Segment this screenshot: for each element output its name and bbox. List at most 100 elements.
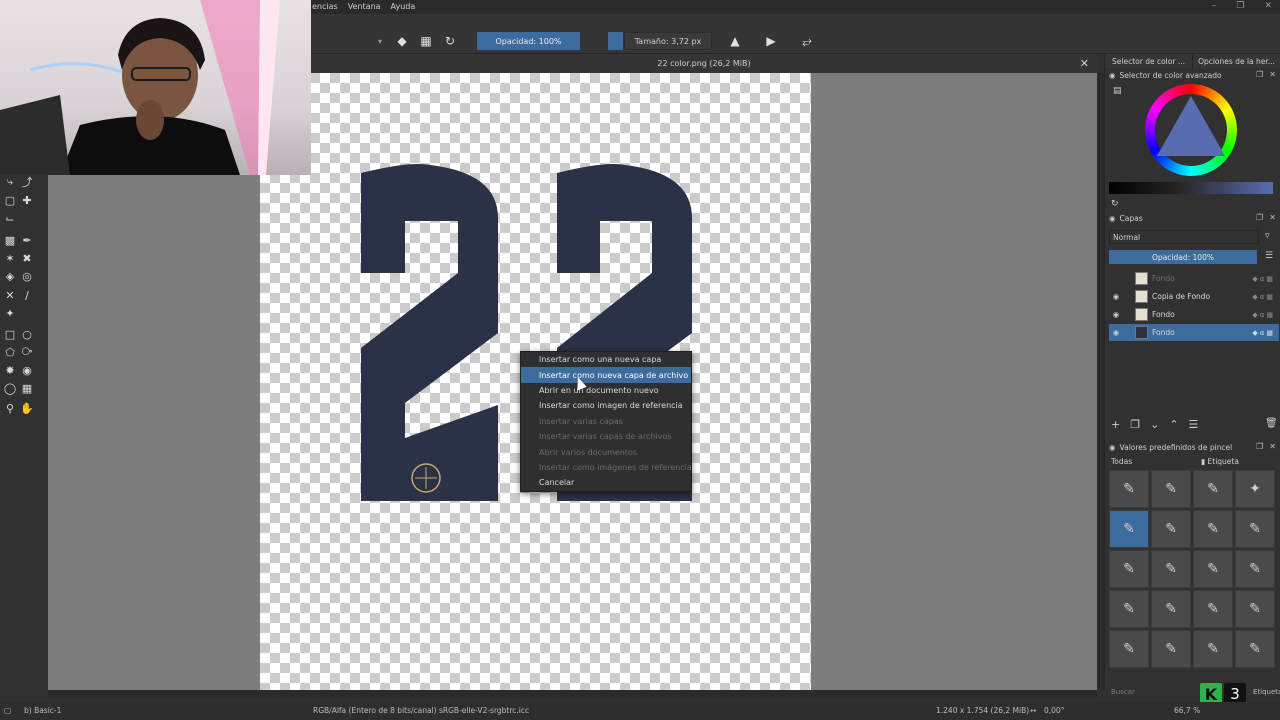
brush-preset[interactable]: ✎ (1151, 550, 1191, 588)
move-up-icon[interactable]: ⌃ (1169, 418, 1178, 431)
ellipse-select-icon[interactable]: ○ (20, 327, 34, 341)
visibility-icon[interactable]: ◉ (1109, 292, 1123, 301)
brush-preset[interactable]: ✎ (1151, 510, 1191, 548)
fill-icon[interactable]: ◈ (3, 269, 17, 283)
duplicate-layer-icon[interactable]: ❐ (1130, 418, 1140, 431)
brush-preset[interactable]: ✎ (1193, 630, 1233, 668)
gradient-icon[interactable]: ▩ (3, 233, 17, 247)
mirror-horizontal-icon[interactable]: ▲ (727, 33, 743, 49)
ctx-open-new-document[interactable]: Abrir en un documento nuevo (521, 383, 691, 398)
brush-preset[interactable]: ✎ (1109, 590, 1149, 628)
pan-icon[interactable]: ✋ (20, 401, 34, 415)
brush-preset[interactable]: ✎ (1151, 630, 1191, 668)
freehand-select-icon[interactable]: ⧂ (20, 345, 34, 359)
bezier-select-icon[interactable]: ◯ (3, 381, 17, 395)
float-brush-icon[interactable]: ❐ (1256, 442, 1263, 451)
brush-preset[interactable]: ✎ (1235, 510, 1275, 548)
layer-flags-icon[interactable]: ◆α▦ (1252, 293, 1275, 301)
eraser-icon[interactable]: ◆ (394, 33, 410, 49)
brush-preset[interactable]: ✎ (1193, 550, 1233, 588)
contiguous-select-icon[interactable]: ✸ (3, 363, 17, 377)
brush-tag-button[interactable]: ▮ Etiqueta (1201, 457, 1239, 466)
layer-opacity-slider[interactable]: Opacidad: 100% (1109, 250, 1257, 264)
reload-preset-icon[interactable]: ↻ (442, 33, 458, 49)
wrap-around-icon[interactable]: ⥂ (799, 33, 815, 49)
move-icon[interactable]: ✚ (20, 193, 34, 207)
layer-properties-icon[interactable]: ☰ (1189, 418, 1199, 431)
close-window-icon[interactable]: ✕ (1264, 1, 1272, 11)
ctx-cancel[interactable]: Cancelar (521, 475, 691, 490)
menu-item-ventana[interactable]: Ventana (348, 2, 381, 11)
brush-preset-selected[interactable]: ✎ (1109, 510, 1149, 548)
brush-preset[interactable]: ✎ (1109, 550, 1149, 588)
vertical-scrollbar[interactable] (1097, 73, 1104, 690)
restore-icon[interactable]: ❐ (1236, 1, 1244, 11)
opacity-slider[interactable]: Opacidad: 100% (477, 32, 580, 50)
float-layers-icon[interactable]: ❐ (1256, 213, 1263, 222)
crop-icon[interactable]: ⌙ (3, 211, 17, 225)
refresh-icon[interactable]: ↻ (1111, 199, 1119, 209)
tab-tool-options[interactable]: Opciones de la her... (1193, 54, 1280, 68)
brush-preset[interactable]: ✎ (1235, 630, 1275, 668)
add-layer-icon[interactable]: + (1111, 418, 1120, 431)
move-down-icon[interactable]: ⌄ (1150, 418, 1159, 431)
reference-tool-icon[interactable]: ✦ (3, 306, 17, 320)
layer-row[interactable]: ◉ Copia de Fondo ◆α▦ (1109, 288, 1279, 305)
alpha-lock-icon[interactable]: ▦ (418, 33, 434, 49)
brush-preset[interactable]: ✎ (1151, 590, 1191, 628)
ctx-insert-reference-image[interactable]: Insertar como imagen de referencia (521, 398, 691, 413)
brush-filter-select[interactable]: Todas (1111, 457, 1132, 466)
brush-search-input[interactable]: Buscar (1111, 688, 1135, 696)
brush-preset[interactable]: ✎ (1109, 630, 1149, 668)
horizontal-scrollbar[interactable] (48, 690, 1097, 698)
mirror-vertical-icon[interactable]: ▶ (763, 33, 779, 49)
visibility-icon[interactable]: ◉ (1109, 328, 1123, 337)
ctx-insert-new-layer[interactable]: Insertar como una nueva capa (521, 352, 691, 367)
brush-tag-footer[interactable]: Etiqueta (1253, 688, 1280, 696)
tab-color-selector[interactable]: Selector de color ... (1105, 54, 1193, 68)
delete-layer-icon[interactable]: 🗑 (1265, 418, 1278, 429)
layers-menu-icon[interactable]: ☰ (1265, 251, 1273, 261)
brush-preset[interactable]: ✎ (1193, 590, 1233, 628)
dynamic-brush-icon[interactable]: ⤴ (20, 175, 34, 189)
brush-preset[interactable]: ✎ (1193, 470, 1233, 508)
zoom-level[interactable]: 66,7 % (1174, 706, 1200, 715)
polygon-select-icon[interactable]: ⬠ (3, 345, 17, 359)
filter-icon[interactable]: ▿ (1265, 231, 1270, 241)
layer-flags-icon[interactable]: ◆α▦ (1252, 275, 1275, 283)
close-panel-icon[interactable]: ✕ (1269, 70, 1276, 79)
freehand-path-icon[interactable]: ⤷ (3, 175, 17, 189)
menu-item-ayuda[interactable]: Ayuda (391, 2, 416, 11)
rotation-icon[interactable]: ↔ (1030, 706, 1036, 715)
brush-preset-eraser[interactable]: ✎ (1109, 470, 1149, 508)
visibility-icon[interactable]: ◉ (1109, 310, 1123, 319)
ctx-insert-file-layer[interactable]: Insertar como nueva capa de archivo (521, 367, 691, 383)
similar-select-icon[interactable]: ◉ (20, 363, 34, 377)
transform-icon[interactable]: ▢ (3, 193, 17, 207)
layers-lock-icon[interactable]: ◉ (1109, 214, 1116, 223)
brush-preset[interactable]: ✎ (1193, 510, 1233, 548)
close-document-icon[interactable]: ✕ (1080, 57, 1089, 70)
close-layers-icon[interactable]: ✕ (1269, 213, 1276, 222)
brush-preset[interactable]: ✦ (1235, 470, 1275, 508)
magnetic-select-icon[interactable]: ▦ (20, 381, 34, 395)
brush-preset[interactable]: ✎ (1235, 550, 1275, 588)
brush-preset[interactable]: ✎ (1151, 470, 1191, 508)
document-tab[interactable]: 22 color.png (26,2 MiB) ✕ (311, 54, 1097, 73)
color-triangle[interactable] (1157, 96, 1225, 156)
float-panel-icon[interactable]: ❐ (1256, 70, 1263, 79)
layer-row[interactable]: ◉ Fondo ◆α▦ (1109, 306, 1279, 323)
colorize-mask-icon[interactable]: ✖ (20, 251, 34, 265)
close-brush-icon[interactable]: ✕ (1269, 442, 1276, 451)
brush-preset[interactable]: ✎ (1235, 590, 1275, 628)
layer-row-selected[interactable]: ◉ Fondo ◆α▦ (1109, 324, 1279, 341)
brush-preset-icon[interactable]: ▢ (4, 706, 11, 715)
rect-select-icon[interactable]: □ (3, 327, 17, 341)
zoom-icon[interactable]: ⚲ (3, 401, 17, 415)
enclose-fill-icon[interactable]: ◎ (20, 269, 34, 283)
color-settings-icon[interactable]: ▤ (1113, 86, 1122, 96)
minimize-icon[interactable]: – (1212, 1, 1217, 11)
layer-flags-icon[interactable]: ◆α▦ (1252, 329, 1275, 337)
blend-mode-select[interactable]: Normal (1109, 230, 1259, 244)
size-slider[interactable]: Tamaño: 3,72 px (624, 32, 712, 50)
